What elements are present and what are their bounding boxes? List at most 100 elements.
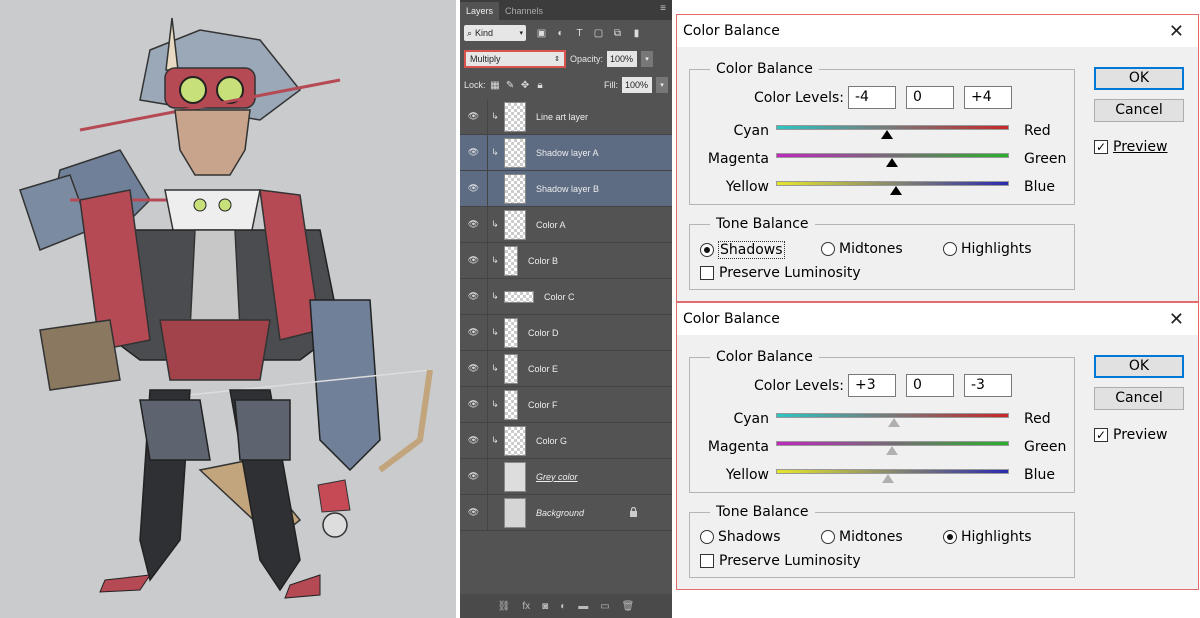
ok-button[interactable]: OK [1094, 67, 1184, 90]
eye-icon[interactable]: 👁︎ [460, 314, 488, 351]
radio-highlights[interactable]: Highlights [943, 529, 1032, 545]
adjustment-filter-icon[interactable]: ◐ [555, 28, 566, 39]
radio-shadows[interactable]: Shadows [700, 241, 785, 259]
eye-icon[interactable]: 👁︎ [460, 494, 488, 531]
checkbox-box [700, 554, 714, 568]
layer-row[interactable]: 👁︎ ↳ Color B [460, 242, 672, 279]
slider-right-label: Green [1024, 151, 1067, 167]
eye-icon[interactable]: 👁︎ [460, 386, 488, 423]
close-icon[interactable]: ✕ [1169, 309, 1184, 330]
level-input-yellow-blue[interactable]: -3 [964, 374, 1012, 397]
level-input-yellow-blue[interactable]: +4 [964, 86, 1012, 109]
panel-menu-icon[interactable]: ≡ [660, 3, 666, 14]
eye-icon[interactable]: 👁︎ [460, 242, 488, 279]
layer-name: Grey color [536, 471, 578, 482]
lock-transparent-icon[interactable]: ▦ [490, 80, 501, 91]
eye-icon[interactable]: 👁︎ [460, 170, 488, 207]
slider-thumb[interactable] [888, 418, 900, 427]
fill-dropdown-icon[interactable]: ▾ [656, 77, 668, 93]
trash-icon[interactable]: 🗑︎ [622, 601, 635, 612]
layer-row[interactable]: 👁︎ ↳ Line art layer [460, 98, 672, 135]
layer-row[interactable]: 👁︎ ↳ Shadow layer A [460, 134, 672, 171]
preview-checkbox[interactable]: ✓ Preview [1094, 139, 1168, 155]
checkmark-icon: ✓ [1094, 140, 1108, 154]
filter-kind-select[interactable]: ⌕ Kind ▾ [464, 25, 526, 41]
layer-row[interactable]: 👁︎ ↳ Color D [460, 314, 672, 351]
layer-row[interactable]: 👁︎ Grey color [460, 458, 672, 495]
eye-icon[interactable]: 👁︎ [460, 134, 488, 171]
type-filter-icon[interactable]: T [574, 28, 585, 39]
mask-icon[interactable]: ◙ [542, 601, 548, 612]
adjustment-icon[interactable]: ◐ [560, 601, 566, 612]
layer-row[interactable]: 👁︎ ↳ Color E [460, 350, 672, 387]
slider-thumb[interactable] [886, 446, 898, 455]
eye-icon[interactable]: 👁︎ [460, 98, 488, 135]
slider-left-label: Magenta [707, 439, 769, 455]
eye-icon[interactable]: 👁︎ [460, 458, 488, 495]
ok-button[interactable]: OK [1094, 355, 1184, 378]
tone-radio-row: Shadows Midtones Highlights [700, 241, 1070, 261]
opacity-label: Opacity: [570, 54, 604, 64]
radio-dot [821, 530, 835, 544]
radio-midtones[interactable]: Midtones [821, 241, 903, 257]
radio-midtones[interactable]: Midtones [821, 529, 903, 545]
layer-row[interactable]: 👁︎ ↳ Color G [460, 422, 672, 459]
layer-row[interactable]: 👁︎ ↳ Color F [460, 386, 672, 423]
slider-left-label: Cyan [733, 411, 769, 427]
layers-bottom-toolbar: ⛓︎ fx ◙ ◐ ▬ ▭ 🗑︎ [460, 594, 672, 618]
tab-channels[interactable]: Channels [499, 2, 549, 20]
opacity-input[interactable]: 100% [607, 51, 638, 67]
slider-thumb[interactable] [890, 186, 902, 195]
folder-icon[interactable]: ▬ [578, 601, 588, 612]
updown-chevron-icon: ⇕ [554, 56, 560, 63]
lock-all-icon[interactable]: 🔒︎ [535, 80, 546, 91]
filter-toggle-icon[interactable]: ▮ [631, 28, 642, 39]
eye-icon[interactable]: 👁︎ [460, 422, 488, 459]
fill-input[interactable]: 100% [622, 77, 652, 93]
eye-icon[interactable]: 👁︎ [460, 206, 488, 243]
opacity-dropdown-icon[interactable]: ▾ [641, 51, 654, 67]
level-input-magenta-green[interactable]: 0 [906, 374, 954, 397]
radio-label: Shadows [718, 241, 785, 259]
preserve-luminosity-checkbox[interactable]: Preserve Luminosity [700, 265, 861, 281]
layer-thumbnail [504, 101, 526, 132]
radio-dot [700, 530, 714, 544]
close-icon[interactable]: ✕ [1169, 21, 1184, 42]
slider-thumb[interactable] [886, 158, 898, 167]
tab-layers[interactable]: Layers [460, 2, 500, 20]
cancel-button[interactable]: Cancel [1094, 387, 1184, 410]
radio-shadows[interactable]: Shadows [700, 529, 781, 545]
level-input-cyan-red[interactable]: +3 [848, 374, 896, 397]
shape-filter-icon[interactable]: ▢ [593, 28, 604, 39]
radio-highlights[interactable]: Highlights [943, 241, 1032, 257]
lock-label: Lock: [464, 80, 486, 90]
cancel-button[interactable]: Cancel [1094, 99, 1184, 122]
lock-position-icon[interactable]: ✥ [520, 80, 531, 91]
layers-panel: Layers Channels ≡ ⌕ Kind ▾ ▣ ◐ T ▢ ⧉ ▮ M… [460, 0, 672, 618]
slider-right-label: Red [1024, 123, 1051, 139]
lock-image-brush-icon[interactable]: ✎ [505, 80, 516, 91]
fill-label: Fill: [604, 80, 618, 90]
preview-checkbox[interactable]: ✓ Preview [1094, 427, 1168, 443]
layer-row[interactable]: 👁︎ ↳ Color A [460, 206, 672, 243]
color-levels-label: Color Levels: [754, 378, 844, 394]
eye-icon[interactable]: 👁︎ [460, 350, 488, 387]
radio-label: Midtones [839, 529, 903, 545]
link-icon[interactable]: ⛓︎ [498, 601, 511, 612]
slider-thumb[interactable] [882, 474, 894, 483]
level-input-cyan-red[interactable]: -4 [848, 86, 896, 109]
preserve-luminosity-checkbox[interactable]: Preserve Luminosity [700, 553, 861, 569]
slider-thumb[interactable] [881, 130, 893, 139]
layer-thumbnail [504, 137, 526, 168]
layer-row[interactable]: 👁︎ ↳ Color C [460, 278, 672, 315]
radio-dot [943, 530, 957, 544]
blend-mode-select[interactable]: Multiply ⇕ [464, 50, 566, 68]
fx-icon[interactable]: fx [522, 601, 530, 612]
layer-row[interactable]: 👁︎ Background [460, 494, 672, 531]
new-layer-icon[interactable]: ▭ [600, 601, 609, 612]
eye-icon[interactable]: 👁︎ [460, 278, 488, 315]
pixel-layer-filter-icon[interactable]: ▣ [536, 28, 547, 39]
smart-object-filter-icon[interactable]: ⧉ [612, 28, 623, 39]
level-input-magenta-green[interactable]: 0 [906, 86, 954, 109]
layer-row[interactable]: 👁︎ Shadow layer B [460, 170, 672, 207]
